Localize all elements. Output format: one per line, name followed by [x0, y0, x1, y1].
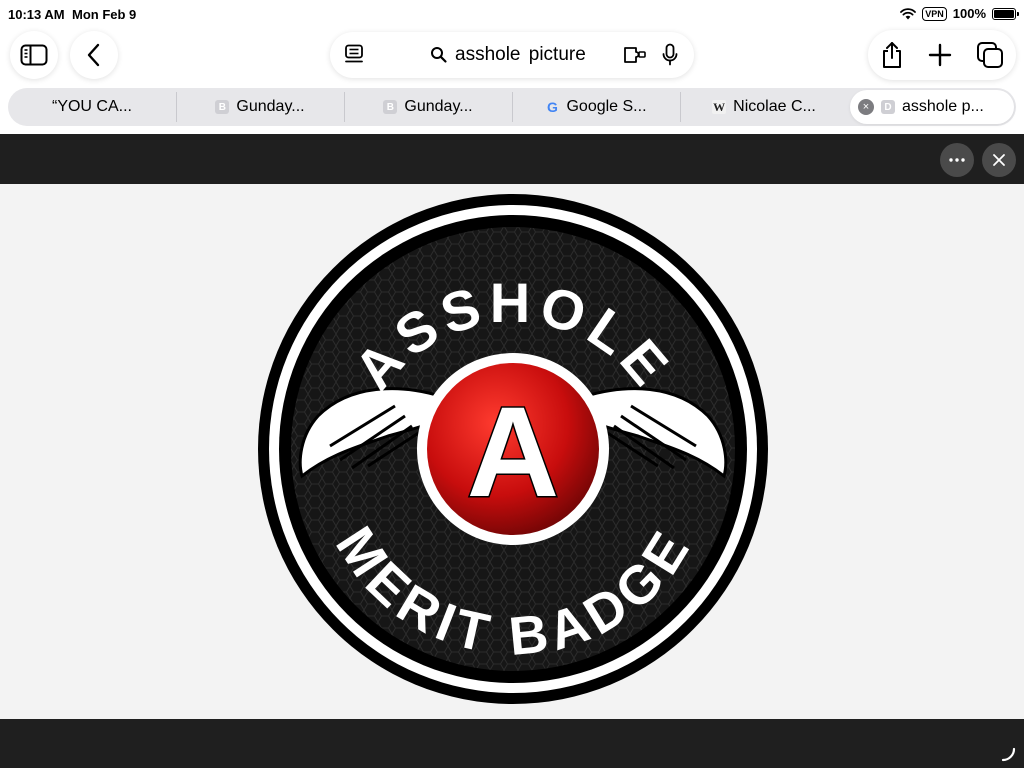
sidebar-button[interactable] — [10, 31, 58, 79]
tab-label: Google S... — [566, 98, 647, 115]
sidebar-icon — [20, 44, 48, 66]
tab-6-active[interactable]: × D asshole p... — [850, 90, 1014, 124]
address-bar[interactable]: asshole picture — [330, 32, 694, 78]
search-icon — [431, 47, 447, 63]
image-viewer-header — [0, 134, 1024, 184]
tabs-overview-button[interactable] — [966, 30, 1014, 80]
page-menu-icon — [345, 44, 363, 63]
tab-strip: “YOU CA... B Gunday... B Gunday... G Goo… — [8, 88, 1016, 126]
more-options-button[interactable] — [940, 143, 974, 177]
share-icon — [883, 42, 901, 68]
tab-label: Gunday... — [236, 98, 305, 115]
search-query[interactable]: asshole picture — [455, 44, 586, 66]
extension-icon[interactable] — [622, 43, 648, 67]
ellipsis-icon — [949, 158, 965, 162]
share-button[interactable] — [868, 30, 916, 80]
page-favicon-icon: D — [881, 100, 895, 114]
status-date: Mon Feb 9 — [72, 7, 137, 22]
close-icon — [993, 154, 1005, 166]
badge-center-letter: A — [467, 381, 559, 524]
close-viewer-button[interactable] — [982, 143, 1016, 177]
resize-handle-icon[interactable] — [1000, 746, 1016, 762]
google-favicon-icon: G — [547, 99, 558, 115]
status-time: 10:13 AM — [8, 7, 65, 22]
tab-1[interactable]: “YOU CA... — [8, 88, 176, 126]
tab-label: Nicolae C... — [733, 98, 816, 115]
image-viewer-footer — [0, 719, 1024, 768]
tab-label: Gunday... — [404, 98, 473, 115]
new-tab-button[interactable] — [916, 30, 964, 80]
bookmark-favicon-icon: B — [383, 100, 398, 114]
battery-icon — [992, 7, 1019, 20]
status-indicators: VPN 100% — [900, 6, 1019, 21]
tab-label: “YOU CA... — [51, 98, 132, 115]
tab-5[interactable]: W Nicolae C... — [680, 88, 848, 126]
back-button[interactable] — [70, 31, 118, 79]
image-area: A ASSHOLE MERIT BADGE — [0, 184, 1024, 719]
tab-3[interactable]: B Gunday... — [344, 88, 512, 126]
microphone-icon[interactable] — [662, 43, 678, 67]
tab-4[interactable]: G Google S... — [512, 88, 680, 126]
wifi-icon — [900, 7, 917, 19]
tab-2[interactable]: B Gunday... — [176, 88, 344, 126]
chevron-left-icon — [87, 43, 100, 67]
page-menu-button[interactable] — [340, 41, 368, 69]
bookmark-favicon-icon: B — [215, 100, 230, 114]
merit-badge-image: A ASSHOLE MERIT BADGE — [258, 194, 768, 704]
plus-icon — [928, 43, 952, 67]
wikipedia-favicon-icon: W — [712, 99, 727, 114]
status-bar: 10:13 AM Mon Feb 9 VPN 100% — [0, 0, 1024, 30]
battery-percent: 100% — [952, 6, 986, 21]
vpn-badge: VPN — [922, 6, 947, 21]
tab-close-icon[interactable]: × — [858, 99, 874, 115]
tabs-overview-icon — [977, 42, 1003, 68]
tab-label: asshole p... — [902, 98, 984, 115]
toolbar-actions — [868, 30, 1016, 80]
